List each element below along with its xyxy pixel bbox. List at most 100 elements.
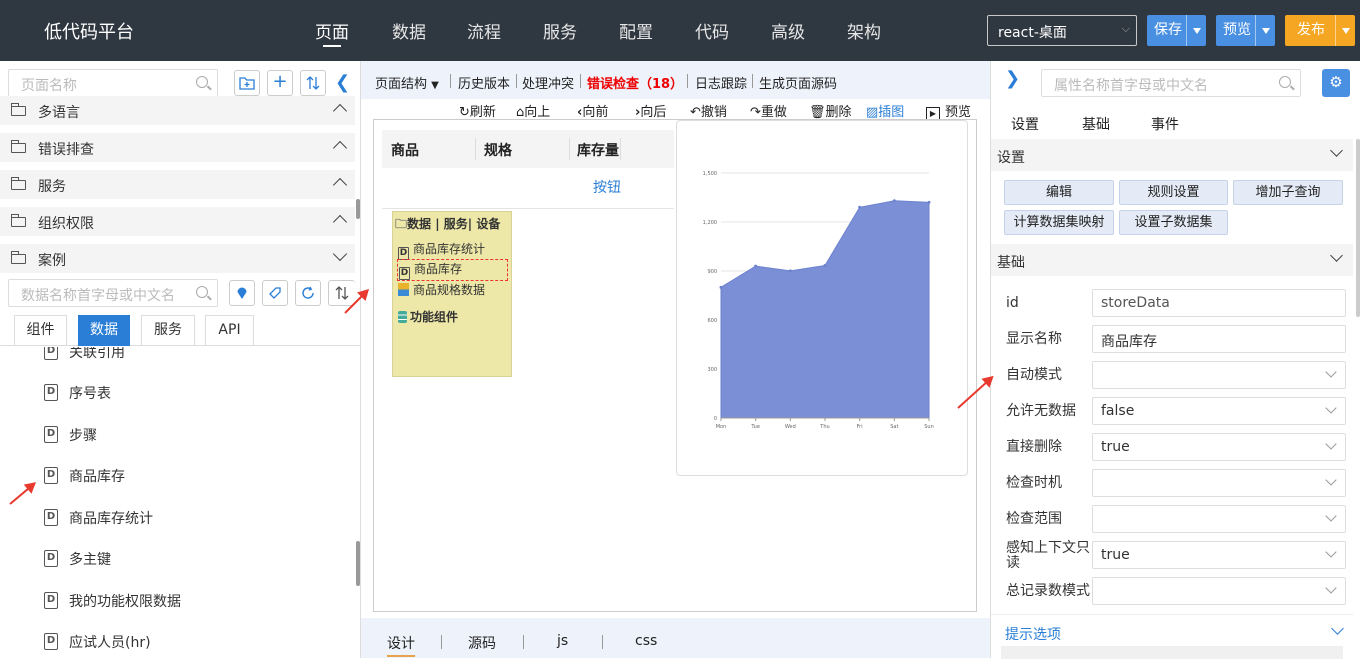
design-canvas[interactable]: 商品 规格 库存量 按钮 🗀数据 | 服务| 设备 D 商品库存统计 D 商品库存 …: [373, 119, 977, 612]
edit-button[interactable]: 编辑: [1004, 180, 1114, 205]
collapse-left-icon[interactable]: ❮: [335, 72, 350, 93]
prop-select-auto-mode[interactable]: [1092, 361, 1346, 389]
grid-header[interactable]: 商品 规格 库存量: [382, 130, 674, 168]
page-structure-menu[interactable]: 页面结构 ▼: [375, 73, 439, 92]
nav-service[interactable]: 服务: [535, 18, 585, 43]
popup-group-functional[interactable]: 功能组件: [398, 308, 458, 325]
x-tick-label: Wed: [785, 424, 796, 430]
data-point: [754, 264, 758, 268]
forward-action[interactable]: ‹向前: [577, 101, 608, 120]
grid-col-stock[interactable]: 库存量: [577, 140, 619, 160]
error-check-button[interactable]: 错误检查（18）: [587, 73, 683, 92]
nav-page[interactable]: 页面: [307, 18, 357, 43]
prop-select-total-count-mode[interactable]: [1092, 577, 1346, 605]
section-hint-header[interactable]: 提示选项: [991, 614, 1353, 659]
gear-icon: ⚙: [1329, 73, 1343, 91]
tab-api[interactable]: API: [205, 315, 254, 346]
refresh-button[interactable]: [295, 280, 321, 306]
sections-scrollbar[interactable]: [356, 199, 360, 219]
prop-tab-basic[interactable]: 基础: [1082, 114, 1110, 134]
nav-architecture[interactable]: 架构: [839, 18, 889, 43]
redo-icon: ↷: [750, 105, 761, 120]
popup-item-spec[interactable]: 商品规格数据: [398, 281, 485, 298]
image-icon: ▨: [866, 105, 879, 120]
property-search-input[interactable]: 属性名称首字母或中文名: [1041, 69, 1301, 97]
section-org-permission[interactable]: 组织权限: [0, 207, 355, 237]
property-scrollbar[interactable]: [1356, 139, 1360, 317]
prop-tab-settings[interactable]: 设置: [1011, 114, 1039, 134]
save-dropdown-icon[interactable]: [1186, 15, 1206, 46]
history-version-button[interactable]: 历史版本: [458, 73, 510, 92]
prop-select-direct-delete[interactable]: true: [1092, 433, 1346, 461]
section-service[interactable]: 服务: [0, 170, 355, 200]
prop-input-id[interactable]: storeData: [1092, 289, 1346, 317]
refresh-label: 刷新: [469, 105, 496, 120]
env-select[interactable]: react-桌面 ⌵: [987, 15, 1137, 46]
nav-data[interactable]: 数据: [384, 18, 434, 43]
grid-button[interactable]: 按钮: [593, 177, 621, 197]
area-chart-component[interactable]: 0 300 600 900 1,200 1,500 Mon Tue Wed Thu Fri Sat Su…: [676, 120, 968, 476]
preview-dropdown-icon[interactable]: [1255, 15, 1275, 46]
popup-item-label: 商品库存: [414, 262, 463, 276]
publish-button[interactable]: 发布: [1285, 15, 1355, 46]
tab-js[interactable]: js: [557, 633, 568, 649]
grid-col-product[interactable]: 商品: [391, 140, 419, 160]
publish-dropdown-icon[interactable]: [1335, 15, 1355, 46]
tab-design[interactable]: 设计: [387, 633, 415, 657]
prop-select-context-readonly[interactable]: true: [1092, 541, 1346, 569]
add-folder-button[interactable]: [234, 70, 260, 96]
nav-config[interactable]: 配置: [611, 18, 661, 43]
tab-source[interactable]: 源码: [468, 633, 496, 653]
tab-components[interactable]: 组件: [14, 315, 67, 346]
up-action[interactable]: ⌂向上: [516, 101, 550, 120]
prop-select-check-timing[interactable]: [1092, 469, 1346, 497]
add-button[interactable]: +: [267, 70, 293, 96]
locate-button[interactable]: [229, 280, 255, 306]
section-error-check[interactable]: 错误排查: [0, 133, 355, 163]
rule-settings-button[interactable]: 规则设置: [1119, 180, 1228, 205]
save-button[interactable]: 保存: [1147, 15, 1206, 46]
insert-image-action[interactable]: ▨插图: [866, 101, 904, 120]
sort-data-button[interactable]: [328, 280, 355, 306]
refresh-action[interactable]: ↻刷新: [459, 101, 496, 120]
nav-advanced[interactable]: 高级: [763, 18, 813, 43]
folder-icon: [11, 177, 26, 190]
generate-source-button[interactable]: 生成页面源码: [759, 73, 837, 92]
sort-button[interactable]: [300, 70, 326, 96]
chevron-down-icon: [1325, 438, 1337, 450]
set-sub-dataset-button[interactable]: 设置子数据集: [1119, 210, 1228, 235]
log-trace-button[interactable]: 日志跟踪: [695, 73, 747, 92]
backward-action[interactable]: ›向后: [635, 101, 666, 120]
resolve-conflict-button[interactable]: 处理冲突: [522, 73, 574, 92]
prop-input-display-name[interactable]: 商品库存: [1092, 325, 1346, 353]
grid-col-spec[interactable]: 规格: [484, 140, 512, 160]
tab-services[interactable]: 服务: [141, 315, 195, 346]
section-multilang[interactable]: 多语言: [0, 96, 355, 126]
popup-item-stock[interactable]: D 商品库存: [397, 259, 508, 281]
tab-data[interactable]: 数据: [78, 315, 130, 346]
nav-flow[interactable]: 流程: [459, 18, 509, 43]
undo-action[interactable]: ↶撤销: [690, 101, 727, 120]
tab-divider: [523, 635, 524, 649]
data-search-input[interactable]: 数据名称首字母或中文名: [8, 279, 218, 307]
nav-code[interactable]: 代码: [687, 18, 737, 43]
tab-css[interactable]: css: [635, 633, 657, 649]
prop-select-check-scope[interactable]: [1092, 505, 1346, 533]
popup-item-stock-stat[interactable]: D 商品库存统计: [398, 240, 485, 260]
compute-dataset-mapping-button[interactable]: 计算数据集映射: [1004, 210, 1114, 235]
tag-button[interactable]: [262, 280, 288, 306]
redo-action[interactable]: ↷重做: [750, 101, 787, 120]
preview-action[interactable]: ▶ 预览: [926, 101, 971, 121]
page-search-input[interactable]: 页面名称: [8, 69, 218, 97]
prop-tab-events[interactable]: 事件: [1151, 114, 1179, 134]
add-subquery-button[interactable]: 增加子查询: [1233, 180, 1343, 205]
list-scrollbar[interactable]: [356, 541, 360, 586]
settings-gear-button[interactable]: ⚙: [1322, 69, 1350, 97]
section-basic-header[interactable]: 基础: [991, 244, 1353, 276]
section-settings-header[interactable]: 设置: [991, 139, 1353, 171]
preview-button[interactable]: 预览: [1216, 15, 1275, 46]
collapse-right-icon[interactable]: ❯: [1005, 68, 1020, 89]
section-cases[interactable]: 案例: [0, 244, 355, 274]
delete-action[interactable]: 🗑删除: [809, 101, 852, 120]
prop-select-allow-empty[interactable]: false: [1092, 397, 1346, 425]
